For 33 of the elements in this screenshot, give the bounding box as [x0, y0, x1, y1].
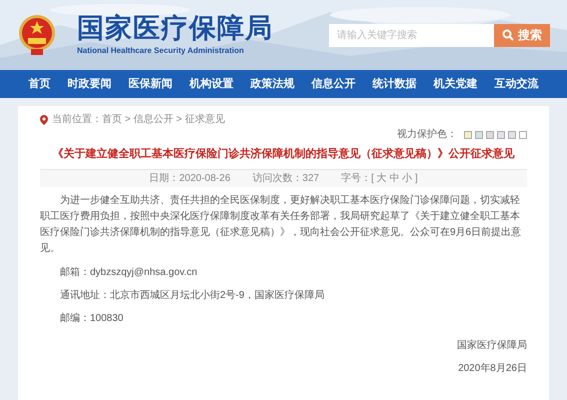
- contact-line: 邮箱：dybzszqyj@nhsa.gov.cn: [60, 266, 198, 280]
- nav-link[interactable]: 互动交流: [494, 76, 538, 92]
- site-title: 国家医疗保障局: [77, 13, 273, 45]
- nav-link[interactable]: 机构设置: [190, 76, 234, 92]
- meta-text: 日期：2020-08-26: [149, 172, 230, 186]
- color-swatch[interactable]: [475, 130, 483, 138]
- meta-text: 字号：[ 大 中 小 ]: [341, 172, 418, 186]
- search-icon: [502, 29, 514, 41]
- color-swatch[interactable]: [464, 130, 472, 138]
- eye-care-label: 视力保护色：: [397, 128, 457, 142]
- nav-link[interactable]: 时政要闻: [68, 76, 112, 92]
- meta-text: 访问次数：327: [252, 172, 320, 186]
- nav-link[interactable]: 医保新闻: [128, 76, 172, 92]
- nav-link[interactable]: 统计数据: [372, 76, 416, 92]
- color-swatch[interactable]: [508, 130, 516, 138]
- contact-line: 邮编：100830: [60, 312, 124, 326]
- location-pin-icon: [40, 114, 48, 124]
- site-subtitle: National Healthcare Security Administration: [77, 45, 245, 57]
- article-paragraph: 为进一步健全互助共济、责任共担的全民医保制度，更好解决职工基本医疗保险门诊保障问题，切实减轻职工医疗费用负担，按照中央深化医疗保障制度改革有关任务部署，我局研究起草了《关于建立健全职工基本医疗保险门诊共济保障机制的指导意见（征求意见稿）》，现向社会公开征求意见。公众可在9月6日前提出意见。: [40, 194, 522, 256]
- signature: 国家医疗保障局: [457, 338, 527, 352]
- nav-link[interactable]: 机关党建: [434, 76, 478, 92]
- nav-link[interactable]: 政策法规: [250, 76, 294, 92]
- contact-line: 通讯地址：北京市西城区月坛北小街2号-9，国家医疗保障局: [60, 288, 326, 302]
- article-date: 2020年8月26日: [458, 362, 527, 376]
- search-field[interactable]: 请输入关键字搜索: [329, 24, 494, 46]
- color-swatch[interactable]: [486, 130, 494, 138]
- color-swatch[interactable]: [519, 130, 527, 138]
- emblem-icon: [17, 14, 57, 56]
- nav-link[interactable]: 信息公开: [312, 76, 356, 92]
- color-swatch[interactable]: [497, 130, 505, 138]
- article-title: 《关于建立健全职工基本医疗保险门诊共济保障机制的指导意见（征求意见稿）》公开征求意见: [52, 146, 516, 162]
- nav-link[interactable]: 首页: [28, 76, 50, 92]
- breadcrumb: 当前位置：首页 > 信息公开 > 征求意见: [52, 112, 225, 127]
